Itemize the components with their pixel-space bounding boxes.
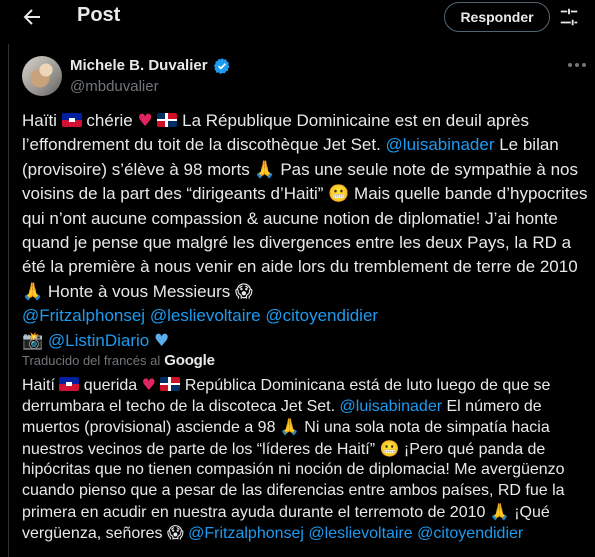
- dominican-flag-icon: [160, 377, 181, 391]
- scream-icon: 😱: [234, 281, 253, 302]
- tweet-text-part: chérie: [81, 111, 138, 130]
- mention-link[interactable]: @ListinDiario: [48, 331, 149, 350]
- dominican-flag-icon: [157, 113, 178, 127]
- mention-link[interactable]: @Fritzalphonsej: [22, 306, 145, 325]
- pray-icon: 🙏: [22, 281, 44, 302]
- translated-text-part: querida: [79, 377, 142, 394]
- more-icon[interactable]: [566, 58, 588, 72]
- mention-link[interactable]: @citoyendidier: [417, 525, 523, 542]
- grimace-icon: 😬: [328, 184, 350, 205]
- verified-badge-icon: [213, 58, 230, 74]
- tweet-text-part: Honte à vous Messieurs: [43, 281, 235, 301]
- author-handle[interactable]: @mbduvalier: [70, 78, 159, 95]
- reply-button[interactable]: Responder: [444, 2, 550, 32]
- haiti-flag-icon: [61, 113, 82, 127]
- mention-link[interactable]: @Fritzalphonsej: [188, 525, 304, 542]
- translated-text: Haití querida ♥ República Dominicana est…: [22, 375, 590, 545]
- haiti-flag-icon: [59, 377, 80, 391]
- heart-icon: ♥: [141, 375, 156, 394]
- mention-link[interactable]: @luisabinader: [386, 135, 495, 154]
- google-logo: Google: [164, 352, 215, 369]
- camera-icon: 📸: [22, 330, 44, 351]
- grimace-icon: 😬: [379, 438, 400, 458]
- blue-heart-icon: ♥: [154, 330, 170, 351]
- pray-icon: 🙏: [254, 159, 276, 180]
- translated-text-part: Haití: [22, 377, 60, 394]
- mention-link[interactable]: @leslievoltaire: [150, 306, 261, 325]
- translation-label: Traducido del francés al Google: [22, 352, 215, 369]
- tune-icon[interactable]: [558, 6, 580, 28]
- tweet-text: Haïti chérie ♥ La République Dominicaine…: [22, 109, 590, 353]
- heart-icon: ♥: [137, 111, 153, 131]
- mention-link[interactable]: @luisabinader: [340, 398, 443, 415]
- translation-label-text: Traducido del francés al: [22, 353, 161, 368]
- thread-line: [8, 44, 9, 557]
- author-name[interactable]: Michele B. Duvalier: [70, 57, 208, 74]
- pray-icon: 🙏: [279, 417, 300, 437]
- tweet-text-part: Haïti: [22, 111, 62, 130]
- page-title: Post: [77, 4, 121, 26]
- back-arrow-icon[interactable]: [20, 5, 44, 29]
- scream-icon: 😱: [166, 523, 184, 543]
- mention-link[interactable]: @leslievoltaire: [308, 525, 412, 542]
- avatar[interactable]: [22, 56, 62, 96]
- pray-icon: 🙏: [489, 501, 510, 521]
- post-header: Post Responder: [0, 0, 595, 34]
- mention-link[interactable]: @citoyendidier: [265, 306, 378, 325]
